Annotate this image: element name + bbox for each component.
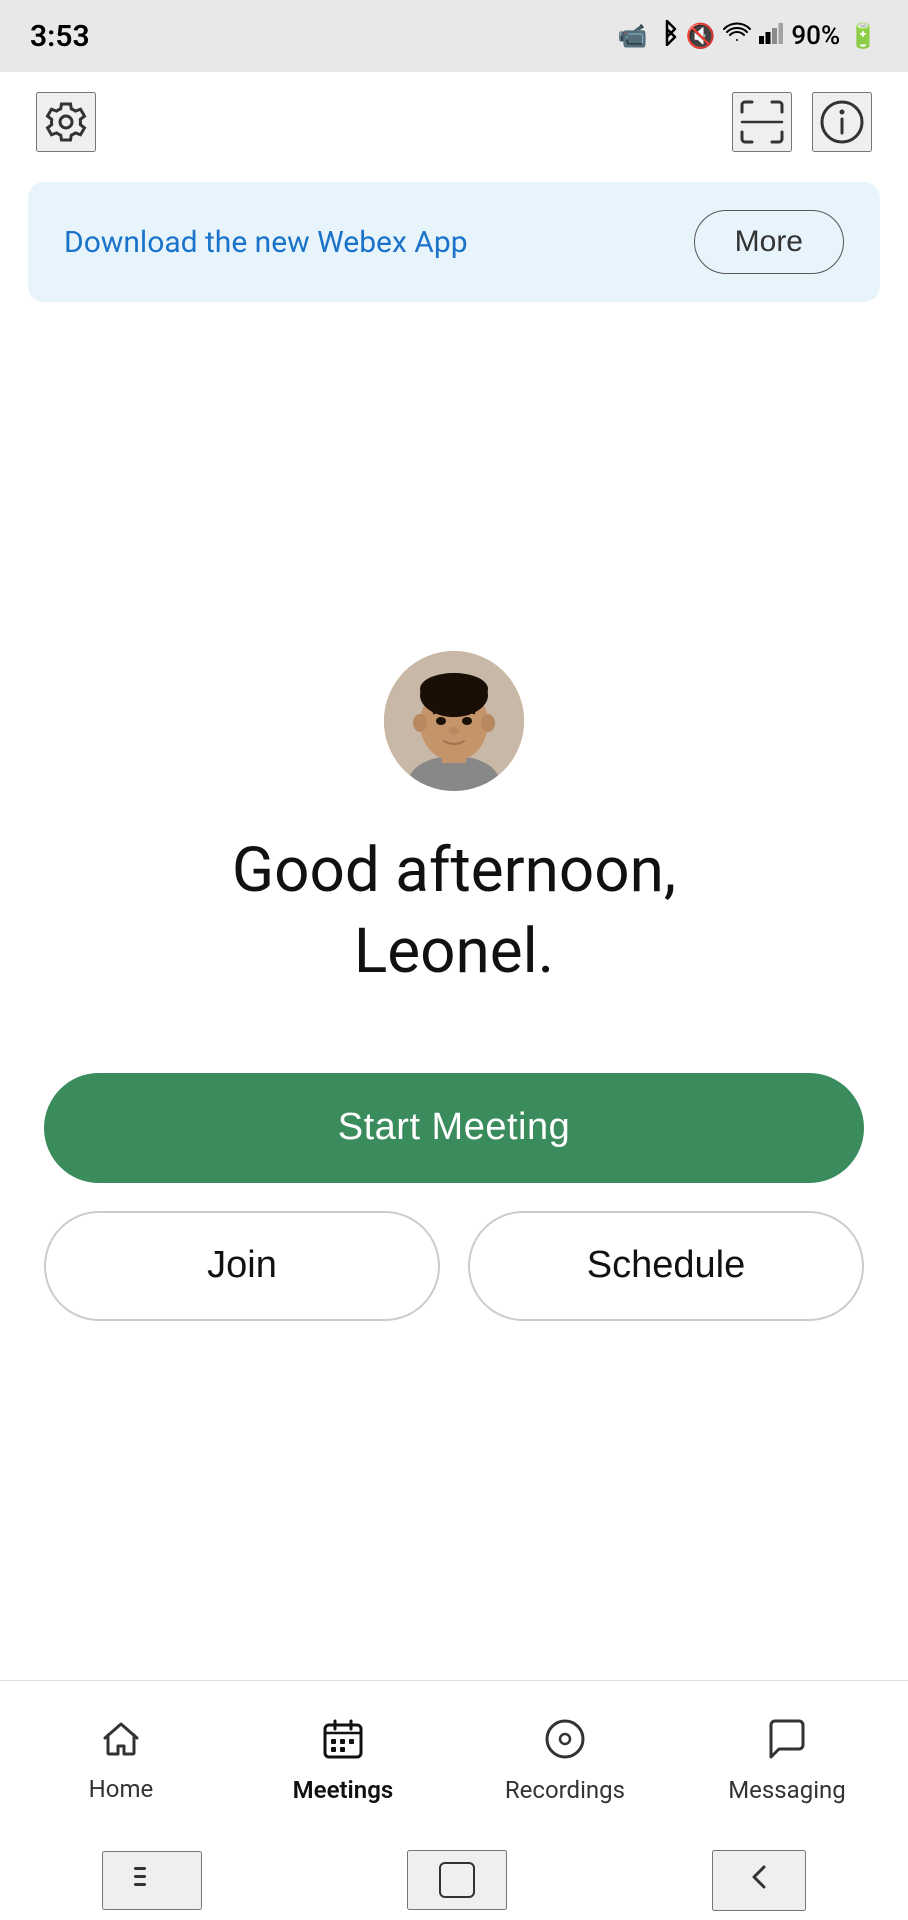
home-icon (100, 1718, 142, 1767)
messaging-icon (765, 1717, 809, 1768)
scan-icon (737, 97, 787, 147)
header-actions (732, 92, 872, 152)
meetings-icon (321, 1717, 365, 1768)
app-header (0, 72, 908, 172)
android-home-button[interactable] (407, 1850, 507, 1910)
messaging-label: Messaging (728, 1776, 846, 1804)
nav-item-messaging[interactable]: Messaging (727, 1717, 847, 1804)
status-time: 3:53 (30, 19, 90, 54)
greeting-section: Good afternoon, Leonel. (232, 831, 676, 992)
wifi-icon (723, 22, 751, 50)
greeting-line2: Leonel. (354, 915, 554, 988)
main-content: Good afternoon, Leonel. Start Meeting Jo… (0, 312, 908, 1680)
nav-item-meetings[interactable]: Meetings (283, 1717, 403, 1804)
status-icons: 📹 🔇 90% 🔋 (618, 20, 878, 52)
info-button[interactable] (812, 92, 872, 152)
camera-status-icon: 📹 (618, 22, 648, 50)
android-back-menu-button[interactable] (102, 1851, 202, 1910)
android-back-button[interactable] (712, 1850, 806, 1911)
secondary-actions: Join Schedule (44, 1211, 864, 1321)
banner-more-button[interactable]: More (694, 210, 844, 274)
greeting-text: Good afternoon, Leonel. (232, 831, 676, 992)
bluetooth-icon (656, 20, 678, 52)
meetings-label: Meetings (293, 1776, 394, 1804)
schedule-button[interactable]: Schedule (468, 1211, 864, 1321)
status-bar: 3:53 📹 🔇 90% 🔋 (0, 0, 908, 72)
download-banner: Download the new Webex App More (28, 182, 880, 302)
greeting-line1: Good afternoon, (232, 834, 676, 907)
avatar (384, 651, 524, 791)
start-meeting-button[interactable]: Start Meeting (44, 1073, 864, 1183)
home-label: Home (89, 1775, 154, 1803)
avatar-svg (384, 651, 524, 791)
banner-text: Download the new Webex App (64, 225, 468, 260)
avatar-image (384, 651, 524, 791)
battery-indicator: 90% (791, 21, 840, 51)
action-buttons: Start Meeting Join Schedule (44, 1073, 864, 1321)
signal-icon (759, 22, 783, 50)
android-home-icon (439, 1862, 475, 1898)
settings-button[interactable] (36, 92, 96, 152)
nav-item-recordings[interactable]: Recordings (505, 1717, 625, 1804)
join-button[interactable]: Join (44, 1211, 440, 1321)
recordings-icon (543, 1717, 587, 1768)
info-icon (817, 97, 867, 147)
android-nav-bar (0, 1840, 908, 1920)
recordings-label: Recordings (505, 1776, 625, 1804)
battery-icon: 🔋 (848, 22, 878, 50)
scan-button[interactable] (732, 92, 792, 152)
avatar-container (384, 651, 524, 791)
gear-icon (42, 98, 90, 146)
back-chevron-icon (744, 1862, 774, 1892)
nav-item-home[interactable]: Home (61, 1718, 181, 1803)
mute-icon: 🔇 (686, 22, 716, 50)
bottom-navigation: Home Meetings (0, 1680, 908, 1840)
